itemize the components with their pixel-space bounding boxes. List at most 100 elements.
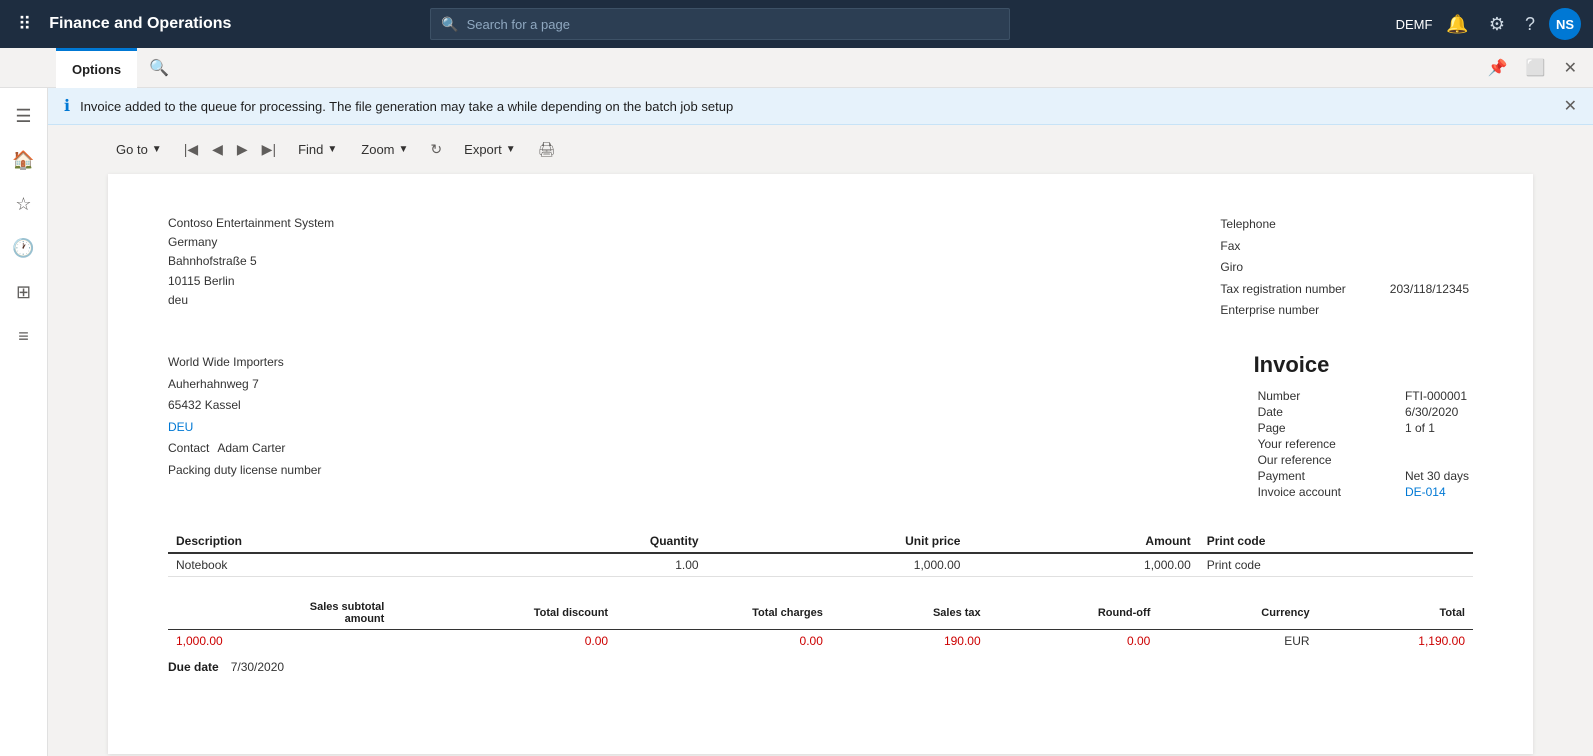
val-subtotal: 1,000.00 [168, 629, 392, 652]
apps-icon[interactable]: ⠿ [12, 8, 37, 41]
contact-value: Adam Carter [217, 438, 285, 460]
col-currency: Currency [1158, 597, 1317, 630]
invoice-account-value[interactable]: DE-014 [1405, 485, 1446, 499]
sidebar-home-icon[interactable]: 🏠 [4, 140, 44, 180]
app-title: Finance and Operations [49, 15, 231, 33]
packing-label: Packing duty license number [168, 460, 321, 482]
banner-close-button[interactable]: ✕ [1564, 96, 1577, 116]
tab-options[interactable]: Options [56, 48, 137, 88]
buyer-contact-row: Contact Adam Carter [168, 438, 321, 460]
search-icon: 🔍 [441, 16, 458, 33]
main-content: ℹ Invoice added to the queue for process… [48, 88, 1593, 756]
fax-value [1350, 236, 1473, 258]
buyer-name: World Wide Importers [168, 352, 321, 374]
zoom-button[interactable]: Zoom ▼ [353, 138, 416, 161]
notification-icon[interactable]: 🔔 [1440, 10, 1474, 39]
sidebar-workspaces-icon[interactable]: ⊞ [4, 272, 44, 312]
secondary-toolbar-right: 📌 ⬜ ✕ [1480, 54, 1593, 82]
invoice-page: Contoso Entertainment System Germany Bah… [108, 174, 1533, 754]
col-total-discount: Total discount [392, 597, 616, 630]
sidebar-favorites-icon[interactable]: ☆ [4, 184, 44, 224]
number-label: Number [1254, 388, 1345, 404]
col-print-code: Print code [1199, 530, 1473, 553]
avatar[interactable]: NS [1549, 8, 1581, 40]
our-ref-value [1345, 452, 1473, 468]
date-value: 6/30/2020 [1345, 404, 1473, 420]
item-description: Notebook [168, 553, 469, 577]
refresh-button[interactable]: ↻ [424, 137, 448, 162]
close-button[interactable]: ✕ [1556, 54, 1585, 82]
zoom-chevron: ▼ [399, 144, 409, 155]
totals-section: Sales subtotalamount Total discount Tota… [168, 597, 1473, 674]
nav-first-button[interactable]: |◀ [178, 137, 204, 162]
info-message: Invoice added to the queue for processin… [80, 99, 733, 114]
your-ref-label: Your reference [1254, 436, 1345, 452]
telephone-value [1350, 214, 1473, 236]
invoice-top-header: Contoso Entertainment System Germany Bah… [168, 214, 1473, 322]
print-button[interactable]: 🖨 [532, 137, 562, 162]
your-ref-value [1345, 436, 1473, 452]
invoice-title: Invoice [1254, 352, 1473, 378]
popout-button[interactable]: ⬜ [1518, 54, 1554, 82]
search-bar[interactable]: 🔍 [430, 8, 1010, 40]
buyer-info: World Wide Importers Auherhahnweg 7 6543… [168, 352, 321, 500]
nav-last-button[interactable]: ▶| [256, 137, 282, 162]
tax-reg-label: Tax registration number [1220, 279, 1349, 301]
tax-reg-value: 203/118/12345 [1350, 279, 1473, 301]
top-nav: ⠿ Finance and Operations 🔍 DEMF 🔔 ⚙ ? NS [0, 0, 1593, 48]
main-layout: ☰ 🏠 ☆ 🕐 ⊞ ≡ ℹ Invoice added to the queue… [0, 88, 1593, 756]
item-unit-price: 1,000.00 [707, 553, 969, 577]
find-button[interactable]: Find ▼ [290, 138, 345, 161]
seller-lang: deu [168, 291, 334, 310]
sidebar-menu-icon[interactable]: ☰ [4, 96, 44, 136]
goto-button[interactable]: Go to ▼ [108, 138, 170, 161]
nav-prev-button[interactable]: ◀ [206, 137, 229, 162]
buyer-country[interactable]: DEU [168, 417, 321, 439]
contact-label: Contact [168, 438, 209, 460]
col-amount: Amount [968, 530, 1198, 553]
invoice-wrapper: Contoso Entertainment System Germany Bah… [48, 174, 1593, 756]
col-round-off: Round-off [989, 597, 1159, 630]
goto-chevron: ▼ [152, 144, 162, 155]
col-quantity: Quantity [469, 530, 706, 553]
search-input[interactable] [467, 17, 1000, 32]
our-ref-label: Our reference [1254, 452, 1345, 468]
col-total: Total [1318, 597, 1473, 630]
item-print-code: Print code [1199, 553, 1473, 577]
invoice-account-label: Invoice account [1254, 484, 1345, 500]
tab-search-icon[interactable]: 🔍 [137, 58, 181, 78]
totals-header-row: Sales subtotalamount Total discount Tota… [168, 597, 1473, 630]
line-items-header-row: Description Quantity Unit price Amount P… [168, 530, 1473, 553]
val-total-discount: 0.00 [392, 629, 616, 652]
seller-country: Germany [168, 233, 334, 252]
col-sales-tax: Sales tax [831, 597, 989, 630]
line-item-row: Notebook 1.00 1,000.00 1,000.00 Print co… [168, 553, 1473, 577]
due-date-value: 7/30/2020 [231, 660, 284, 674]
item-quantity: 1.00 [469, 553, 706, 577]
secondary-toolbar: Options 🔍 📌 ⬜ ✕ [0, 48, 1593, 88]
fax-label: Fax [1220, 236, 1349, 258]
sidebar-list-icon[interactable]: ≡ [4, 316, 44, 356]
date-label: Date [1254, 404, 1345, 420]
pin-button[interactable]: 📌 [1480, 54, 1516, 82]
settings-icon[interactable]: ⚙ [1483, 10, 1511, 39]
export-chevron: ▼ [506, 144, 516, 155]
help-icon[interactable]: ? [1519, 10, 1541, 39]
env-label: DEMF [1396, 17, 1433, 32]
enterprise-value [1350, 300, 1473, 322]
enterprise-label: Enterprise number [1220, 300, 1349, 322]
right-icons: DEMF 🔔 ⚙ ? NS [1396, 8, 1581, 40]
col-total-charges: Total charges [616, 597, 831, 630]
seller-details: Telephone Fax Giro [1220, 214, 1473, 322]
payment-label: Payment [1254, 468, 1345, 484]
nav-next-button[interactable]: ▶ [231, 137, 254, 162]
page-value: 1 of 1 [1345, 420, 1473, 436]
buyer-city: 65432 Kassel [168, 395, 321, 417]
col-subtotal: Sales subtotalamount [168, 597, 392, 630]
sidebar-recent-icon[interactable]: 🕐 [4, 228, 44, 268]
line-items: Description Quantity Unit price Amount P… [168, 530, 1473, 577]
nav-controls: |◀ ◀ ▶ ▶| [178, 137, 282, 162]
sidebar: ☰ 🏠 ☆ 🕐 ⊞ ≡ [0, 88, 48, 756]
info-banner: ℹ Invoice added to the queue for process… [48, 88, 1593, 125]
export-button[interactable]: Export ▼ [456, 138, 523, 161]
